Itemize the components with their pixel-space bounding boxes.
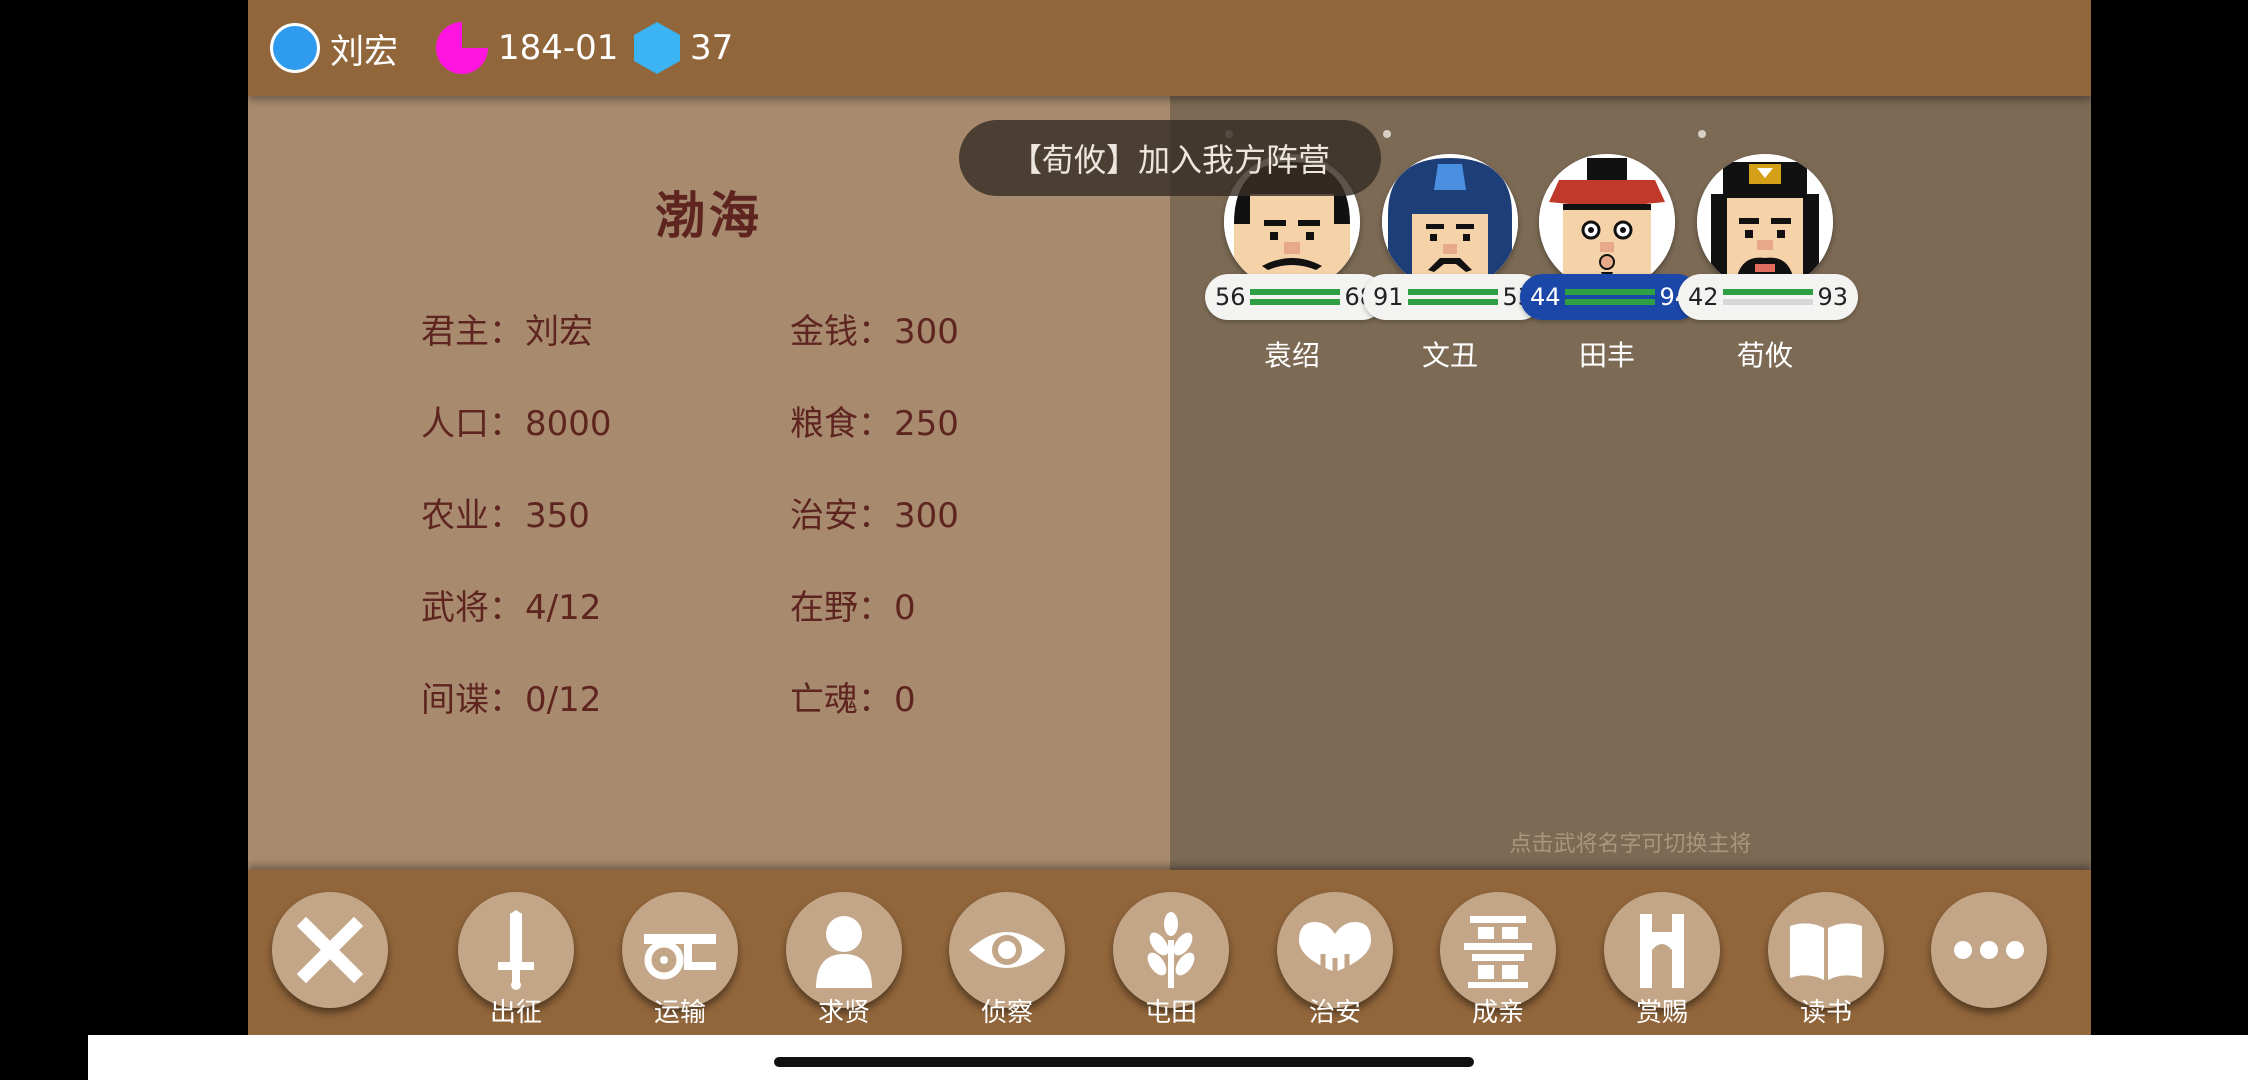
stat-value: 250 [894,404,959,444]
generals-panel: 56 68 袁绍 91 53 文丑 44 94 田丰 42 93 荀攸 点击武将… [1170,96,2091,870]
wheat-icon [1147,912,1195,988]
action-label: 求贤 [817,998,870,1028]
stat-label: 农业： [421,496,523,536]
stat-security: 治安：300 [790,488,959,537]
stat-label: 人口： [421,404,523,444]
stat-value: 刘宏 [525,312,593,352]
hex-count: 37 [690,28,734,68]
action-bar: 出征 运输 求贤 侦察 屯田 治安 成亲 赏赐 读书 [248,870,2091,1035]
stat-label: 在野： [790,588,892,628]
general-portrait[interactable] [1539,154,1675,290]
stat-label: 亡魂： [790,680,892,720]
stat-unaffiliated: 在野：0 [790,580,916,629]
general-face-icon [1539,154,1675,290]
stat-label: 君主： [421,312,523,352]
cart-icon [644,934,716,980]
marker-dot [1698,130,1706,138]
stat-value: 0 [894,680,916,720]
toast-notification: 【荀攸】加入我方阵营 [959,120,1381,196]
stat-value: 0 [894,588,916,628]
action-label: 运输 [653,998,706,1028]
stat-bars [1250,289,1340,305]
ruler-name: 刘宏 [330,31,398,72]
stat-value: 4/12 [525,588,602,628]
stat-value: 350 [525,496,590,536]
book-icon [1790,923,1862,980]
action-button-transport[interactable] [622,892,738,1008]
action-button-study[interactable] [1768,892,1884,1008]
reward-icon [1640,914,1684,988]
stat-bars [1723,289,1813,305]
hexagon-icon [634,22,680,74]
home-indicator[interactable] [774,1057,1474,1067]
stat-label: 武将： [421,588,523,628]
action-button-scout[interactable] [949,892,1065,1008]
stat-agriculture: 农业：350 [421,488,590,537]
ruler-indicator[interactable]: 刘宏 [270,0,398,96]
game-screen: 刘宏 184-01 37 渤海 君主：刘宏 金钱：300 人口：8000 粮食：… [248,0,2091,1035]
action-label: 屯田 [1144,998,1197,1028]
close-button[interactable] [272,892,388,1008]
stat-generals: 武将：4/12 [421,580,601,629]
top-bar: 刘宏 184-01 37 [248,0,2091,96]
double-happiness-icon [1464,916,1532,988]
person-icon [816,916,872,988]
stat-label: 金钱： [790,312,892,352]
marker-dot [1383,130,1391,138]
general-portrait[interactable] [1382,154,1518,290]
action-label: 出征 [489,998,542,1028]
switch-commander-hint: 点击武将名字可切换主将 [1509,832,1752,857]
more-dots-icon [1954,941,2024,959]
stat-label: 间谍： [421,680,523,720]
stat-value: 300 [894,312,959,352]
stat-left: 44 [1530,283,1561,311]
stat-label: 粮食： [790,404,892,444]
more-button[interactable] [1931,892,2047,1008]
stat-left: 42 [1688,283,1719,311]
general-stats: 42 93 [1678,274,1858,320]
general-face-icon [1382,154,1518,290]
date-text: 184-01 [498,28,619,68]
action-label: 成亲 [1471,998,1524,1028]
action-button-marriage[interactable] [1440,892,1556,1008]
stat-gold: 金钱：300 [790,304,959,353]
eye-icon [969,932,1045,968]
stat-spies: 间谍：0/12 [421,672,601,721]
ruler-color-icon [270,23,320,73]
general-face-icon [1697,154,1833,290]
stat-food: 粮食：250 [790,396,959,445]
hex-counter: 37 [634,0,733,96]
hearts-icon [1299,922,1371,980]
general-portrait[interactable] [1697,154,1833,290]
stat-value: 0/12 [525,680,602,720]
general-card[interactable]: 42 93 荀攸 [1670,126,1860,372]
date-indicator: 184-01 [436,0,618,96]
action-label: 读书 [1799,998,1852,1028]
city-info-panel: 渤海 君主：刘宏 金钱：300 人口：8000 粮食：250 农业：350 治安… [248,96,1170,870]
stat-bars [1565,289,1655,305]
action-button-recruit[interactable] [786,892,902,1008]
stat-right: 93 [1817,283,1848,311]
calendar-pie-icon [436,22,488,74]
stat-ruler: 君主：刘宏 [421,304,593,353]
action-button-reward[interactable] [1604,892,1720,1008]
stat-population: 人口：8000 [421,396,612,445]
action-label: 侦察 [980,998,1033,1028]
stat-left: 91 [1373,283,1404,311]
action-button-expedition[interactable] [458,892,574,1008]
stat-value: 8000 [525,404,612,444]
sword-icon [498,910,534,990]
action-button-farm[interactable] [1113,892,1229,1008]
general-name[interactable]: 荀攸 [1670,334,1860,374]
close-icon [296,916,364,984]
action-button-security[interactable] [1277,892,1393,1008]
stat-bars [1408,289,1498,305]
stat-left: 56 [1215,283,1246,311]
action-label: 治安 [1308,998,1361,1028]
stat-value: 300 [894,496,959,536]
stat-spirits: 亡魂：0 [790,672,916,721]
stat-label: 治安： [790,496,892,536]
action-label: 赏赐 [1635,998,1688,1028]
